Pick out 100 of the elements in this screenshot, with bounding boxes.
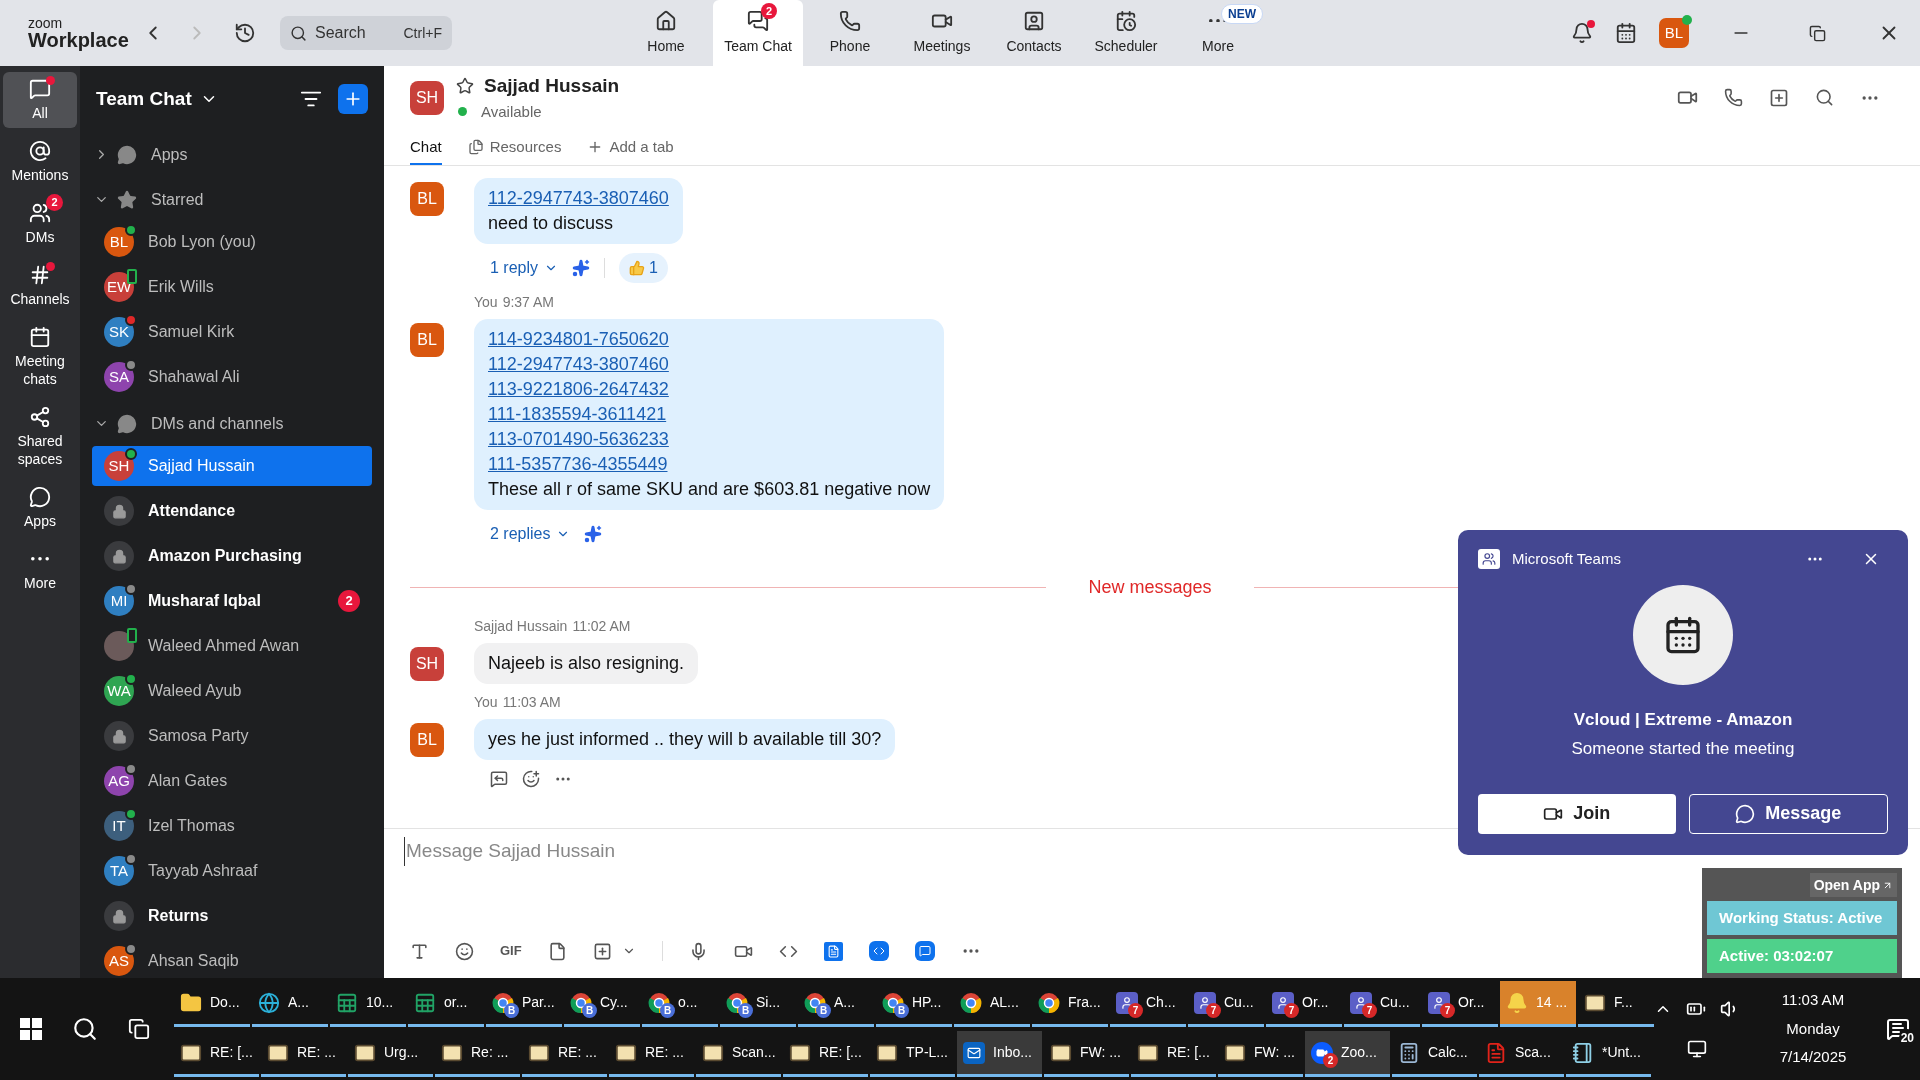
phone-icon[interactable]: [1724, 88, 1743, 108]
windows-start-icon[interactable]: [20, 1018, 42, 1040]
taskbar-app[interactable]: B Par...: [486, 981, 562, 1027]
star-icon[interactable]: [456, 77, 474, 96]
conversation-item[interactable]: SK Samuel Kirk: [92, 312, 372, 352]
order-link[interactable]: 111-1835594-3611421: [488, 402, 667, 427]
search-field[interactable]: Search Ctrl+F: [280, 16, 452, 50]
taskbar-app[interactable]: RE: [...: [174, 1031, 259, 1077]
taskbar-app[interactable]: 7 Cu...: [1344, 981, 1420, 1027]
taskbar-app[interactable]: RE: ...: [261, 1031, 346, 1077]
taskbar-app[interactable]: B HP...: [876, 981, 952, 1027]
taskbar-app[interactable]: 7 Or...: [1422, 981, 1498, 1027]
order-link[interactable]: 114-9234801-7650620: [488, 327, 669, 352]
nav-tab[interactable]: NEW More: [1173, 0, 1263, 66]
network-icon[interactable]: [1687, 1039, 1707, 1059]
add-reaction-icon[interactable]: [522, 770, 540, 788]
taskbar-app[interactable]: B Si...: [720, 981, 796, 1027]
taskbar-app[interactable]: FW: ...: [1044, 1031, 1129, 1077]
join-button[interactable]: Join: [1478, 793, 1676, 834]
taskbar-app[interactable]: Re: ...: [435, 1031, 520, 1077]
taskbar-app[interactable]: TP-L...: [870, 1031, 955, 1077]
history-icon[interactable]: [234, 22, 256, 44]
taskbar-app[interactable]: 7 Cu...: [1188, 981, 1264, 1027]
taskbar-app[interactable]: B Cy...: [564, 981, 640, 1027]
share-screen-icon[interactable]: [1769, 87, 1789, 108]
conversation-item[interactable]: IT Izel Thomas: [92, 806, 372, 846]
taskbar-app[interactable]: B A...: [798, 981, 874, 1027]
rail-item[interactable]: 2 DMs: [3, 196, 77, 252]
message-button[interactable]: Message: [1688, 793, 1888, 834]
conversation-item[interactable]: MI Musharaf Iqbal 2: [92, 581, 372, 621]
chat-tab[interactable]: Add a tab: [587, 131, 674, 165]
taskbar-app[interactable]: Do...: [174, 981, 250, 1027]
taskbar-app[interactable]: 7 Or...: [1266, 981, 1342, 1027]
calendar-icon[interactable]: [1615, 22, 1637, 44]
taskbar-app[interactable]: FW: ...: [1218, 1031, 1303, 1077]
sidebar-title[interactable]: Team Chat: [96, 84, 192, 114]
conversation-item[interactable]: Returns: [92, 896, 372, 936]
conversation-item[interactable]: EW Erik Wills: [92, 267, 372, 307]
rail-item[interactable]: Apps: [3, 480, 77, 536]
taskbar-app[interactable]: Sca...: [1479, 1031, 1564, 1077]
rail-item[interactable]: Meeting chats: [3, 320, 77, 394]
order-link[interactable]: 111-5357736-4355449: [488, 452, 668, 477]
conversation-item[interactable]: BL Bob Lyon (you): [92, 222, 372, 262]
task-view-icon[interactable]: [128, 1018, 150, 1040]
nav-tab[interactable]: Meetings: [897, 0, 987, 66]
rail-item[interactable]: More: [3, 542, 77, 598]
order-link[interactable]: 113-9221806-2647432: [488, 377, 669, 402]
rail-item[interactable]: Shared spaces: [3, 400, 77, 474]
profile-avatar[interactable]: BL: [1659, 18, 1689, 48]
open-app-link[interactable]: Open App: [1809, 873, 1897, 897]
format-icon[interactable]: [410, 941, 429, 961]
screenshot-icon[interactable]: [592, 941, 612, 961]
taskbar-app[interactable]: RE: [...: [783, 1031, 868, 1077]
taskbar-app[interactable]: Scan...: [696, 1031, 781, 1077]
message-input[interactable]: Message Sajjad Hussain: [404, 837, 616, 866]
conversation-item[interactable]: TA Tayyab Ashraaf: [92, 851, 372, 891]
taskbar-app[interactable]: 2 Zoo...: [1305, 1031, 1390, 1077]
taskbar-app[interactable]: Inbo...: [957, 1031, 1042, 1077]
order-link[interactable]: 112-2947743-3807460: [488, 186, 669, 211]
notifications-icon[interactable]: [1571, 22, 1593, 44]
taskbar-app[interactable]: 7 Ch...: [1110, 981, 1186, 1027]
gif-button[interactable]: GIF: [500, 941, 522, 961]
prompt-app-icon[interactable]: [868, 941, 889, 961]
conversation-item[interactable]: SH Sajjad Hussain: [92, 446, 372, 486]
conversation-item[interactable]: Amazon Purchasing: [92, 536, 372, 576]
chat-tab[interactable]: Resources: [467, 131, 562, 165]
system-clock[interactable]: 11:03 AM Monday 7/14/2025: [1758, 989, 1868, 1069]
rail-item[interactable]: Mentions: [3, 134, 77, 190]
search-icon[interactable]: [72, 1016, 98, 1042]
taskbar-app[interactable]: A...: [252, 981, 328, 1027]
section-header[interactable]: DMs and channels: [80, 401, 384, 446]
order-link[interactable]: 113-0701490-5636233: [488, 427, 669, 452]
conversation-item[interactable]: WA Waleed Ayub: [92, 671, 372, 711]
restore-icon[interactable]: [1809, 24, 1826, 42]
taskbar-app[interactable]: RE: ...: [609, 1031, 694, 1077]
taskbar-app[interactable]: RE: ...: [522, 1031, 607, 1077]
taskbar-app[interactable]: *Unt...: [1566, 1031, 1651, 1077]
document-app-icon[interactable]: [823, 941, 843, 961]
taskbar-app[interactable]: Calc...: [1392, 1031, 1477, 1077]
taskbar-app[interactable]: AL...: [954, 981, 1030, 1027]
chat-app-icon[interactable]: [914, 941, 935, 961]
file-icon[interactable]: [547, 941, 567, 961]
conversation-item[interactable]: AS Ahsan Saqib: [92, 941, 372, 978]
rail-item[interactable]: All: [3, 72, 77, 128]
conversation-item[interactable]: SA Shahawal Ali: [92, 357, 372, 397]
sparkle-icon[interactable]: [584, 525, 603, 543]
nav-tab[interactable]: Scheduler: [1081, 0, 1171, 66]
taskbar-app[interactable]: 10...: [330, 981, 406, 1027]
section-header[interactable]: Apps: [80, 132, 384, 177]
conversation-item[interactable]: Waleed Ahmed Awan: [92, 626, 372, 666]
rail-item[interactable]: Channels: [3, 258, 77, 314]
chat-tab[interactable]: Chat: [410, 131, 442, 165]
conversation-item[interactable]: Attendance: [92, 491, 372, 531]
conversation-item[interactable]: AG Alan Gates: [92, 761, 372, 801]
taskbar-app[interactable]: or...: [408, 981, 484, 1027]
replies-link[interactable]: 1 reply: [490, 256, 559, 280]
nav-tab[interactable]: Phone: [805, 0, 895, 66]
taskbar-app[interactable]: Fra...: [1032, 981, 1108, 1027]
emoji-icon[interactable]: [455, 941, 474, 961]
reply-icon[interactable]: [490, 770, 508, 788]
